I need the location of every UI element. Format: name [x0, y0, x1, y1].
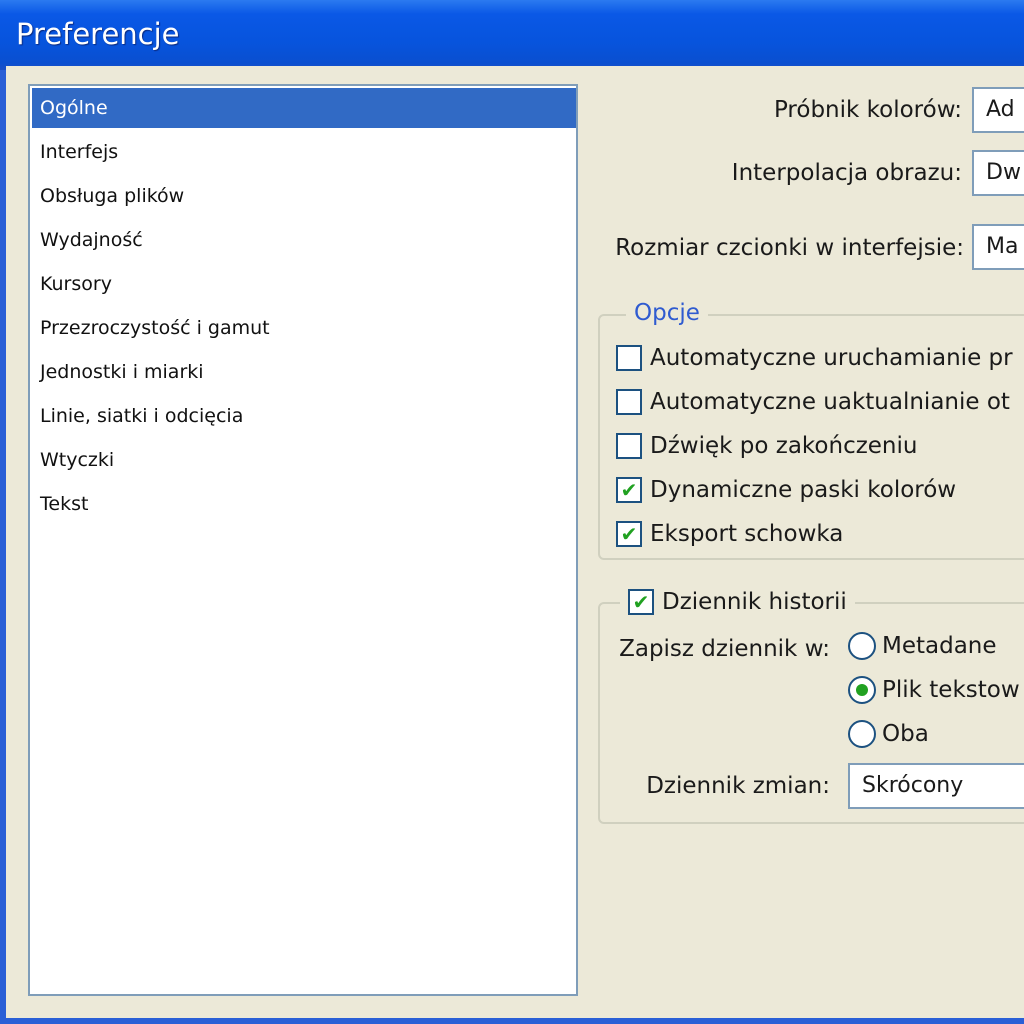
save-metadata-radio[interactable]: [848, 632, 876, 660]
category-item-interface[interactable]: Interfejs: [32, 132, 576, 172]
save-text-file-label: Plik tekstow: [882, 677, 1020, 703]
history-log-header[interactable]: ✔ Dziennik historii: [620, 585, 855, 619]
auto-update-checkbox[interactable]: [616, 389, 642, 415]
history-log-title: Dziennik historii: [662, 589, 847, 615]
export-clipboard-row[interactable]: ✔ Eksport schowka: [616, 517, 843, 551]
color-picker-select[interactable]: Ad: [972, 87, 1024, 133]
save-both-radio[interactable]: [848, 720, 876, 748]
options-group-title: Opcje: [626, 300, 708, 326]
dynamic-color-sliders-row[interactable]: ✔ Dynamiczne paski kolorów: [616, 473, 956, 507]
category-list[interactable]: Ogólne Interfejs Obsługa plików Wydajnoś…: [28, 84, 578, 996]
title-bar[interactable]: Preferencje: [0, 0, 1024, 70]
export-clipboard-label: Eksport schowka: [650, 521, 844, 547]
auto-update-row[interactable]: Automatyczne uaktualnianie ot: [616, 385, 1010, 419]
beep-when-done-row[interactable]: Dźwięk po zakończeniu: [616, 429, 917, 463]
beep-when-done-label: Dźwięk po zakończeniu: [650, 433, 918, 459]
save-metadata-row[interactable]: Metadane: [848, 629, 997, 663]
auto-launch-label: Automatyczne uruchamianie pr: [650, 345, 1013, 371]
dynamic-color-sliders-label: Dynamiczne paski kolorów: [650, 477, 957, 503]
category-item-general[interactable]: Ogólne: [32, 88, 576, 128]
auto-launch-checkbox[interactable]: [616, 345, 642, 371]
image-interpolation-label: Interpolacja obrazu:: [731, 160, 962, 186]
category-item-cursors[interactable]: Kursory: [32, 264, 576, 304]
save-text-file-row[interactable]: Plik tekstow: [848, 673, 1020, 707]
preferences-window: Preferencje Ogólne Interfejs Obsługa pli…: [0, 0, 1024, 1024]
ui-font-size-select[interactable]: Ma: [972, 224, 1024, 270]
save-both-row[interactable]: Oba: [848, 717, 929, 751]
category-item-plugins[interactable]: Wtyczki: [32, 440, 576, 480]
export-clipboard-checkbox[interactable]: ✔: [616, 521, 642, 547]
save-both-label: Oba: [882, 721, 929, 747]
category-item-guides-grid-slices[interactable]: Linie, siatki i odcięcia: [32, 396, 576, 436]
radio-selected-dot: [856, 684, 868, 696]
color-picker-label: Próbnik kolorów:: [773, 97, 962, 123]
edit-log-items-select[interactable]: Skrócony: [848, 763, 1024, 809]
history-log-checkbox[interactable]: ✔: [628, 589, 654, 615]
dynamic-color-sliders-checkbox[interactable]: ✔: [616, 477, 642, 503]
category-item-performance[interactable]: Wydajność: [32, 220, 576, 260]
category-item-file-handling[interactable]: Obsługa plików: [32, 176, 576, 216]
category-item-type[interactable]: Tekst: [32, 484, 576, 524]
image-interpolation-select[interactable]: Dw: [972, 150, 1024, 196]
edit-log-items-label: Dziennik zmian:: [646, 773, 830, 799]
save-log-to-label: Zapisz dziennik w:: [619, 636, 830, 662]
auto-launch-row[interactable]: Automatyczne uruchamianie pr: [616, 341, 1013, 375]
category-item-transparency-gamut[interactable]: Przezroczystość i gamut: [32, 308, 576, 348]
ui-font-size-label: Rozmiar czcionki w interfejsie:: [615, 235, 964, 261]
window-title: Preferencje: [16, 17, 180, 51]
beep-when-done-checkbox[interactable]: [616, 433, 642, 459]
auto-update-label: Automatyczne uaktualnianie ot: [650, 389, 1010, 415]
save-metadata-label: Metadane: [882, 633, 997, 659]
category-item-units-rulers[interactable]: Jednostki i miarki: [32, 352, 576, 392]
save-text-file-radio[interactable]: [848, 676, 876, 704]
